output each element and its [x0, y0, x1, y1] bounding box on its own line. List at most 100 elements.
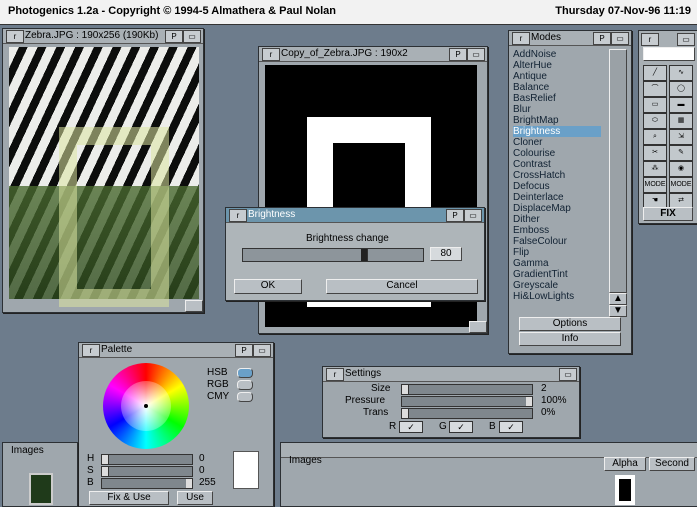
mode-item[interactable]: Cloner: [513, 137, 601, 148]
modes-title-bar[interactable]: r Modes P ▭: [509, 31, 631, 46]
copy-title-bar[interactable]: r Copy_of_Zebra.JPG : 190x2 P ▭: [259, 47, 487, 62]
tool-palette[interactable]: r ▭ ╱ ∿ ⌒ ◯ ▭ ▬ ⬭ ▦ ⌕ ⇲ ✂ ✎ ⁂ ◉ MODE MOD…: [638, 30, 697, 224]
magnify-tool-icon[interactable]: ⌕: [643, 129, 667, 145]
depth-gadget[interactable]: ▭: [464, 209, 482, 222]
mode-item[interactable]: AddNoise: [513, 49, 601, 60]
mode-item[interactable]: Balance: [513, 82, 601, 93]
r-checkbox[interactable]: ✓: [399, 421, 423, 433]
mode-item[interactable]: Defocus: [513, 181, 601, 192]
spray-tool-icon[interactable]: ⁂: [643, 161, 667, 177]
resize-tool-icon[interactable]: ⇲: [669, 129, 693, 145]
settings-window[interactable]: r Settings ▭ Size Pressure Trans 2 100% …: [322, 366, 580, 438]
size-slider[interactable]: [401, 384, 533, 395]
hsb-toggle[interactable]: [237, 368, 253, 378]
close-gadget[interactable]: r: [229, 209, 247, 222]
depth-gadget[interactable]: ▭: [559, 368, 577, 381]
curve-tool-icon[interactable]: ∿: [669, 65, 693, 81]
mode-item[interactable]: GradientTint: [513, 269, 601, 280]
size-knob[interactable]: [402, 385, 409, 394]
modes-window[interactable]: r Modes P ▭ AddNoise AlterHue Antique Balan…: [508, 30, 632, 354]
brightness-dialog[interactable]: r Brightness P ▭ Brightness change 80 OK…: [225, 207, 485, 301]
depth-gadget[interactable]: ▭: [253, 344, 271, 357]
mode-item[interactable]: Blur: [513, 104, 601, 115]
b-checkbox[interactable]: ✓: [499, 421, 523, 433]
mode-item[interactable]: Emboss: [513, 225, 601, 236]
fix-and-use-button[interactable]: Fix & Use: [89, 491, 169, 505]
close-gadget[interactable]: r: [82, 344, 100, 357]
depth-gadget[interactable]: ▭: [611, 32, 629, 45]
colour-wheel[interactable]: [103, 363, 189, 449]
g-checkbox[interactable]: ✓: [449, 421, 473, 433]
h-slider[interactable]: [101, 454, 193, 465]
zoom-gadget[interactable]: P: [446, 209, 464, 222]
settings-title-bar[interactable]: r Settings ▭: [323, 367, 579, 382]
fix-button[interactable]: FIX: [643, 207, 693, 221]
mode-item[interactable]: CrossHatch: [513, 170, 601, 181]
brightness-title-bar[interactable]: r Brightness P ▭: [226, 208, 484, 223]
mode-item[interactable]: Dither: [513, 214, 601, 225]
brightness-value-field[interactable]: 80: [430, 247, 462, 261]
zebra-image[interactable]: [9, 47, 199, 307]
mode-button-1[interactable]: MODE: [643, 177, 667, 193]
images-window-bottom[interactable]: Images Alpha Second: [280, 442, 697, 507]
mode-item[interactable]: BasRelief: [513, 93, 601, 104]
mode-item[interactable]: Flip: [513, 247, 601, 258]
ellipse-tool-icon[interactable]: ◯: [669, 81, 693, 97]
options-button[interactable]: Options: [519, 317, 621, 331]
mode-item[interactable]: FalseColour: [513, 236, 601, 247]
alpha-header[interactable]: Alpha: [604, 457, 646, 471]
palette-window[interactable]: r Palette P ▭ HSB RGB CMY H S B 0 0 255 …: [78, 342, 274, 507]
images-window-left[interactable]: Images: [2, 442, 78, 507]
palette-title-bar[interactable]: r Palette P ▭: [79, 343, 273, 358]
mode-button-2[interactable]: MODE: [669, 177, 693, 193]
scroll-down-arrow-icon[interactable]: ▼: [609, 305, 627, 317]
use-button[interactable]: Use: [177, 491, 213, 505]
modes-list[interactable]: AddNoise AlterHue Antique Balance BasRelief B…: [509, 47, 607, 309]
second-header[interactable]: Second: [649, 457, 695, 471]
close-gadget[interactable]: r: [641, 33, 659, 46]
close-gadget[interactable]: r: [512, 32, 530, 45]
mode-item[interactable]: Gamma: [513, 258, 601, 269]
fill-tool-icon[interactable]: ▦: [669, 113, 693, 129]
mode-item[interactable]: Greyscale: [513, 280, 601, 291]
resize-gadget[interactable]: [185, 300, 203, 312]
brightness-slider[interactable]: [242, 248, 424, 262]
mode-item[interactable]: Brightness: [513, 126, 601, 137]
s-knob[interactable]: [102, 467, 109, 476]
close-gadget[interactable]: r: [262, 48, 280, 61]
cut-tool-icon[interactable]: ✂: [643, 145, 667, 161]
mode-item[interactable]: Hi&LowLights: [513, 291, 601, 302]
slider-knob[interactable]: [361, 249, 368, 261]
mode-item[interactable]: Colourise: [513, 148, 601, 159]
scroll-up-arrow-icon[interactable]: ▲: [609, 293, 627, 305]
alpha-frame-icon[interactable]: [615, 475, 635, 505]
oval-tool-icon[interactable]: ⬭: [643, 113, 667, 129]
trans-slider[interactable]: [401, 408, 533, 419]
close-gadget[interactable]: r: [326, 368, 344, 381]
mode-item[interactable]: BrightMap: [513, 115, 601, 126]
s-slider[interactable]: [101, 466, 193, 477]
h-knob[interactable]: [102, 455, 109, 464]
depth-gadget[interactable]: ▭: [467, 48, 485, 61]
zoom-gadget[interactable]: P: [235, 344, 253, 357]
line-tool-icon[interactable]: ╱: [643, 65, 667, 81]
zebra-image-window[interactable]: r Zebra.JPG : 190x256 (190Kb) P ▭: [2, 28, 204, 313]
trans-knob[interactable]: [402, 409, 409, 418]
zoom-gadget[interactable]: P: [449, 48, 467, 61]
zoom-gadget[interactable]: P: [593, 32, 611, 45]
freehand-tool-icon[interactable]: ⌒: [643, 81, 667, 97]
zebra-title-bar[interactable]: r Zebra.JPG : 190x256 (190Kb) P ▭: [3, 29, 203, 44]
resize-gadget[interactable]: [469, 321, 487, 333]
eye-tool-icon[interactable]: ◉: [669, 161, 693, 177]
mode-item[interactable]: Contrast: [513, 159, 601, 170]
cmy-toggle[interactable]: [237, 392, 253, 402]
mode-item[interactable]: Antique: [513, 71, 601, 82]
mode-item[interactable]: Deinterlace: [513, 192, 601, 203]
zoom-gadget[interactable]: P: [165, 30, 183, 43]
rgb-toggle[interactable]: [237, 380, 253, 390]
cancel-button[interactable]: Cancel: [326, 279, 478, 294]
close-gadget[interactable]: r: [6, 30, 24, 43]
pen-tool-icon[interactable]: ✎: [669, 145, 693, 161]
mode-item[interactable]: DisplaceMap: [513, 203, 601, 214]
b-knob[interactable]: [186, 479, 193, 488]
